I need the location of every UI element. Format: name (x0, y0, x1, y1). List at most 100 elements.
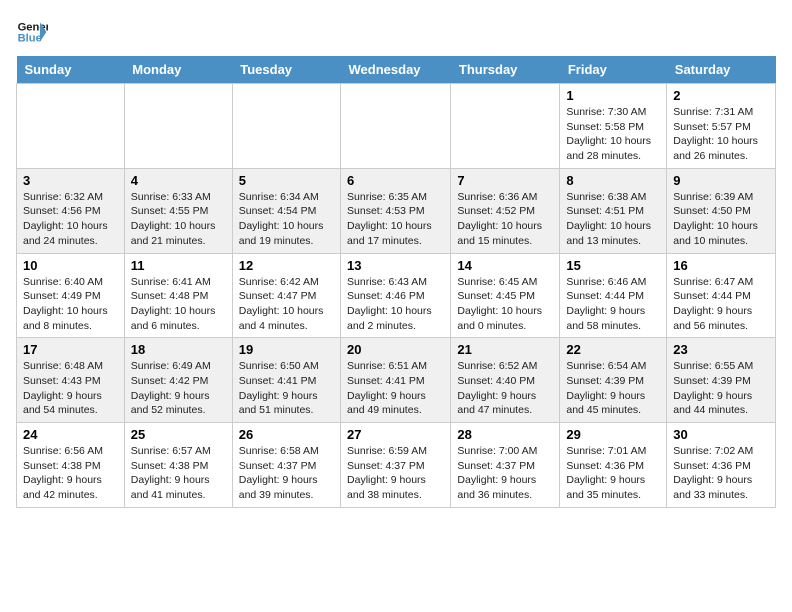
day-info: Sunrise: 6:59 AM Sunset: 4:37 PM Dayligh… (347, 444, 444, 503)
day-number: 7 (457, 173, 553, 188)
day-info: Sunrise: 7:02 AM Sunset: 4:36 PM Dayligh… (673, 444, 769, 503)
calendar-cell: 3 Sunrise: 6:32 AM Sunset: 4:56 PM Daylig… (17, 168, 125, 253)
calendar-cell: 14 Sunrise: 6:45 AM Sunset: 4:45 PM Dayli… (451, 253, 560, 338)
calendar-week-5: 24 Sunrise: 6:56 AM Sunset: 4:38 PM Dayli… (17, 423, 776, 508)
day-info: Sunrise: 6:52 AM Sunset: 4:40 PM Dayligh… (457, 359, 553, 418)
calendar-cell: 18Sunrise: 6:49 AM Sunset: 4:42 PM Dayli… (124, 338, 232, 423)
calendar-week-3: 10 Sunrise: 6:40 AM Sunset: 4:49 PM Dayli… (17, 253, 776, 338)
day-number: 4 (131, 173, 226, 188)
calendar-week-4: 17 Sunrise: 6:48 AM Sunset: 4:43 PM Dayli… (17, 338, 776, 423)
day-number: 19 (239, 342, 334, 357)
calendar-table: SundayMondayTuesdayWednesdayThursdayFrid… (16, 56, 776, 508)
day-info: Sunrise: 6:35 AM Sunset: 4:53 PM Dayligh… (347, 190, 444, 249)
page-header: General Blue (16, 16, 776, 48)
calendar-cell: 1Sunrise: 7:30 AM Sunset: 5:58 PM Daylig… (560, 84, 667, 169)
calendar-cell: 10 Sunrise: 6:40 AM Sunset: 4:49 PM Dayli… (17, 253, 125, 338)
day-number: 28 (457, 427, 553, 442)
weekday-header-saturday: Saturday (667, 56, 776, 84)
day-info: Sunrise: 6:34 AM Sunset: 4:54 PM Dayligh… (239, 190, 334, 249)
day-info: Sunrise: 7:30 AM Sunset: 5:58 PM Dayligh… (566, 105, 660, 164)
day-number: 20 (347, 342, 444, 357)
calendar-cell: 8 Sunrise: 6:38 AM Sunset: 4:51 PM Daylig… (560, 168, 667, 253)
calendar-cell: 20Sunrise: 6:51 AM Sunset: 4:41 PM Dayli… (341, 338, 451, 423)
calendar-cell (451, 84, 560, 169)
calendar-cell: 13Sunrise: 6:43 AM Sunset: 4:46 PM Dayli… (341, 253, 451, 338)
day-number: 22 (566, 342, 660, 357)
calendar-cell: 23 Sunrise: 6:55 AM Sunset: 4:39 PM Dayli… (667, 338, 776, 423)
calendar-cell: 4Sunrise: 6:33 AM Sunset: 4:55 PM Daylig… (124, 168, 232, 253)
calendar-week-1: 1Sunrise: 7:30 AM Sunset: 5:58 PM Daylig… (17, 84, 776, 169)
day-number: 5 (239, 173, 334, 188)
day-info: Sunrise: 6:48 AM Sunset: 4:43 PM Dayligh… (23, 359, 118, 418)
calendar-cell: 7Sunrise: 6:36 AM Sunset: 4:52 PM Daylig… (451, 168, 560, 253)
day-info: Sunrise: 6:49 AM Sunset: 4:42 PM Dayligh… (131, 359, 226, 418)
day-info: Sunrise: 7:00 AM Sunset: 4:37 PM Dayligh… (457, 444, 553, 503)
calendar-cell: 19 Sunrise: 6:50 AM Sunset: 4:41 PM Dayli… (232, 338, 340, 423)
day-number: 23 (673, 342, 769, 357)
weekday-header-friday: Friday (560, 56, 667, 84)
calendar-cell: 5 Sunrise: 6:34 AM Sunset: 4:54 PM Daylig… (232, 168, 340, 253)
day-info: Sunrise: 6:41 AM Sunset: 4:48 PM Dayligh… (131, 275, 226, 334)
calendar-cell (232, 84, 340, 169)
weekday-header-monday: Monday (124, 56, 232, 84)
day-number: 30 (673, 427, 769, 442)
day-number: 11 (131, 258, 226, 273)
weekday-header-tuesday: Tuesday (232, 56, 340, 84)
calendar-cell (124, 84, 232, 169)
day-number: 13 (347, 258, 444, 273)
day-info: Sunrise: 7:31 AM Sunset: 5:57 PM Dayligh… (673, 105, 769, 164)
weekday-header-sunday: Sunday (17, 56, 125, 84)
calendar-cell: 24 Sunrise: 6:56 AM Sunset: 4:38 PM Dayli… (17, 423, 125, 508)
calendar-cell: 12Sunrise: 6:42 AM Sunset: 4:47 PM Dayli… (232, 253, 340, 338)
day-number: 29 (566, 427, 660, 442)
day-info: Sunrise: 6:56 AM Sunset: 4:38 PM Dayligh… (23, 444, 118, 503)
day-number: 14 (457, 258, 553, 273)
calendar-cell: 11 Sunrise: 6:41 AM Sunset: 4:48 PM Dayli… (124, 253, 232, 338)
day-info: Sunrise: 6:45 AM Sunset: 4:45 PM Dayligh… (457, 275, 553, 334)
day-info: Sunrise: 7:01 AM Sunset: 4:36 PM Dayligh… (566, 444, 660, 503)
calendar-cell (341, 84, 451, 169)
day-number: 25 (131, 427, 226, 442)
svg-text:Blue: Blue (18, 33, 42, 45)
day-info: Sunrise: 6:50 AM Sunset: 4:41 PM Dayligh… (239, 359, 334, 418)
day-info: Sunrise: 6:46 AM Sunset: 4:44 PM Dayligh… (566, 275, 660, 334)
weekday-header-thursday: Thursday (451, 56, 560, 84)
day-info: Sunrise: 6:38 AM Sunset: 4:51 PM Dayligh… (566, 190, 660, 249)
calendar-cell: 29 Sunrise: 7:01 AM Sunset: 4:36 PM Dayli… (560, 423, 667, 508)
day-number: 3 (23, 173, 118, 188)
day-number: 26 (239, 427, 334, 442)
calendar-cell (17, 84, 125, 169)
calendar-cell: 26Sunrise: 6:58 AM Sunset: 4:37 PM Dayli… (232, 423, 340, 508)
calendar-cell: 22 Sunrise: 6:54 AM Sunset: 4:39 PM Dayli… (560, 338, 667, 423)
calendar-cell: 2Sunrise: 7:31 AM Sunset: 5:57 PM Daylig… (667, 84, 776, 169)
weekday-header-row: SundayMondayTuesdayWednesdayThursdayFrid… (17, 56, 776, 84)
calendar-cell: 27 Sunrise: 6:59 AM Sunset: 4:37 PM Dayli… (341, 423, 451, 508)
day-info: Sunrise: 6:40 AM Sunset: 4:49 PM Dayligh… (23, 275, 118, 334)
day-number: 27 (347, 427, 444, 442)
calendar-cell: 9Sunrise: 6:39 AM Sunset: 4:50 PM Daylig… (667, 168, 776, 253)
day-number: 21 (457, 342, 553, 357)
logo-icon: General Blue (16, 16, 48, 48)
day-info: Sunrise: 6:57 AM Sunset: 4:38 PM Dayligh… (131, 444, 226, 503)
day-number: 16 (673, 258, 769, 273)
calendar-cell: 28 Sunrise: 7:00 AM Sunset: 4:37 PM Dayli… (451, 423, 560, 508)
calendar-cell: 30 Sunrise: 7:02 AM Sunset: 4:36 PM Dayli… (667, 423, 776, 508)
day-info: Sunrise: 6:55 AM Sunset: 4:39 PM Dayligh… (673, 359, 769, 418)
day-info: Sunrise: 6:32 AM Sunset: 4:56 PM Dayligh… (23, 190, 118, 249)
day-info: Sunrise: 6:54 AM Sunset: 4:39 PM Dayligh… (566, 359, 660, 418)
calendar-week-2: 3 Sunrise: 6:32 AM Sunset: 4:56 PM Daylig… (17, 168, 776, 253)
day-number: 24 (23, 427, 118, 442)
calendar-cell: 21 Sunrise: 6:52 AM Sunset: 4:40 PM Dayli… (451, 338, 560, 423)
day-number: 12 (239, 258, 334, 273)
day-info: Sunrise: 6:47 AM Sunset: 4:44 PM Dayligh… (673, 275, 769, 334)
calendar-cell: 25 Sunrise: 6:57 AM Sunset: 4:38 PM Dayli… (124, 423, 232, 508)
day-number: 9 (673, 173, 769, 188)
day-number: 17 (23, 342, 118, 357)
calendar-cell: 17 Sunrise: 6:48 AM Sunset: 4:43 PM Dayli… (17, 338, 125, 423)
logo: General Blue (16, 16, 48, 48)
day-number: 15 (566, 258, 660, 273)
day-number: 8 (566, 173, 660, 188)
calendar-cell: 15 Sunrise: 6:46 AM Sunset: 4:44 PM Dayli… (560, 253, 667, 338)
day-number: 10 (23, 258, 118, 273)
day-number: 6 (347, 173, 444, 188)
